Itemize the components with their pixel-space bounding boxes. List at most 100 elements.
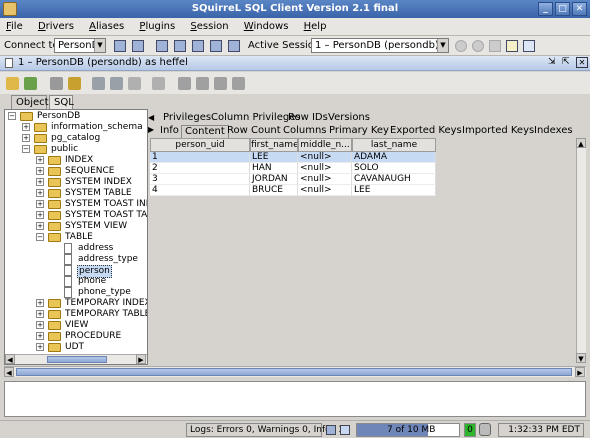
bookmark-icon[interactable]: [523, 40, 535, 52]
tab-indexes[interactable]: Indexes: [531, 125, 576, 138]
new-window-icon[interactable]: [228, 40, 240, 52]
scroll-left-icon[interactable]: ◀: [4, 367, 14, 377]
menu-windows[interactable]: Windows: [238, 18, 295, 36]
tab-row-count[interactable]: Row Count: [224, 125, 284, 138]
paste-icon[interactable]: [152, 77, 165, 90]
tab-content[interactable]: Content: [181, 125, 229, 138]
expand-icon[interactable]: +: [36, 321, 44, 329]
menu-file[interactable]: File: [0, 18, 29, 36]
scroll-right-icon[interactable]: ▶: [136, 354, 146, 364]
log-icon[interactable]: [326, 425, 336, 435]
iconify-icon[interactable]: ⇲: [548, 57, 560, 68]
table-cell[interactable]: 3: [150, 174, 250, 185]
table-cell[interactable]: SOLO: [352, 163, 436, 174]
table-cell[interactable]: LEE: [250, 152, 298, 163]
menu-help[interactable]: Help: [298, 18, 333, 36]
commit-icon[interactable]: [489, 40, 501, 52]
gear-icon[interactable]: [214, 77, 227, 90]
scroll-left-icon[interactable]: ◀: [5, 354, 15, 364]
menu-drivers[interactable]: Drivers: [32, 18, 80, 36]
close-button[interactable]: ✕: [572, 2, 587, 16]
splitter-collapse-icon[interactable]: ◀: [148, 113, 154, 122]
open-icon[interactable]: [110, 77, 123, 90]
expand-icon[interactable]: +: [36, 189, 44, 197]
edit-icon[interactable]: [232, 77, 245, 90]
expand-icon[interactable]: +: [36, 343, 44, 351]
active-session-combo[interactable]: 1 – PersonDB (persondb) as ... ▼: [311, 38, 449, 53]
column-header-first-name[interactable]: first_name: [250, 138, 298, 152]
expand-icon[interactable]: +: [36, 211, 44, 219]
arrow-right-icon[interactable]: [68, 77, 81, 90]
collapse-icon[interactable]: −: [22, 145, 30, 153]
column-header-middle-name[interactable]: middle_n...: [298, 138, 352, 152]
cascade-icon[interactable]: [156, 40, 168, 52]
tab-imported-keys[interactable]: Imported Keys: [459, 125, 537, 138]
tab-sql[interactable]: SQL: [49, 95, 74, 109]
scroll-thumb[interactable]: [47, 356, 107, 363]
search-icon[interactable]: [178, 77, 191, 90]
tab-versions[interactable]: Versions: [325, 112, 373, 125]
collapse-icon[interactable]: −: [8, 112, 16, 120]
new-session-icon[interactable]: [132, 40, 144, 52]
table-cell[interactable]: 4: [150, 185, 250, 196]
expand-icon[interactable]: +: [36, 299, 44, 307]
tile-vertical-icon[interactable]: [192, 40, 204, 52]
tab-privileges[interactable]: Privileges: [160, 112, 214, 125]
expand-icon[interactable]: +: [22, 134, 30, 142]
minimize-button[interactable]: _: [538, 2, 553, 16]
table-cell[interactable]: JORDAN: [250, 174, 298, 185]
table-cell[interactable]: <null>: [298, 163, 352, 174]
tile-horizontal-icon[interactable]: [174, 40, 186, 52]
expand-icon[interactable]: +: [36, 310, 44, 318]
table-cell[interactable]: LEE: [352, 185, 436, 196]
scroll-thumb[interactable]: [16, 368, 572, 376]
maximize-button[interactable]: □: [555, 2, 570, 16]
tab-info[interactable]: Info: [157, 125, 182, 138]
splitter-expand-icon[interactable]: ▶: [148, 125, 154, 134]
save-icon[interactable]: [92, 77, 105, 90]
table-cell[interactable]: HAN: [250, 163, 298, 174]
tab-primary-key[interactable]: Primary Key: [326, 125, 392, 138]
expand-icon[interactable]: +: [36, 156, 44, 164]
chart-icon[interactable]: [340, 425, 350, 435]
collapse-icon[interactable]: −: [36, 233, 44, 241]
expand-icon[interactable]: +: [36, 178, 44, 186]
table-cell[interactable]: ADAMA: [352, 152, 436, 163]
execute-icon[interactable]: [24, 77, 37, 90]
copy-icon[interactable]: [128, 77, 141, 90]
table-cell[interactable]: <null>: [298, 174, 352, 185]
restore-icon[interactable]: ⇱: [562, 57, 574, 68]
message-panel[interactable]: [4, 381, 586, 417]
column-header-last-name[interactable]: last_name: [352, 138, 436, 152]
table-cell[interactable]: BRUCE: [250, 185, 298, 196]
scroll-right-icon[interactable]: ▶: [575, 367, 585, 377]
expand-icon[interactable]: +: [36, 332, 44, 340]
object-tree[interactable]: − PersonDB + information_schema + pg_cat…: [4, 109, 148, 365]
scroll-down-icon[interactable]: ▼: [576, 353, 586, 363]
menu-session[interactable]: Session: [184, 18, 234, 36]
new-file-icon[interactable]: [506, 40, 518, 52]
column-header-person-uid[interactable]: person_uid: [150, 138, 250, 152]
table-cell[interactable]: 1: [150, 152, 250, 163]
expand-icon[interactable]: +: [36, 167, 44, 175]
table-cell[interactable]: 2: [150, 163, 250, 174]
connect-combo[interactable]: PersonDB ▼: [54, 38, 106, 53]
run-icon[interactable]: [455, 40, 467, 52]
connect-icon[interactable]: [114, 40, 126, 52]
main-hscrollbar[interactable]: ◀ ▶: [4, 366, 586, 377]
refresh-icon[interactable]: [6, 77, 19, 90]
trash-icon[interactable]: [479, 423, 491, 436]
close-session-icon[interactable]: ✕: [576, 57, 588, 68]
tab-row-ids[interactable]: Row IDs: [285, 112, 331, 125]
maximize-windows-icon[interactable]: [210, 40, 222, 52]
scroll-up-icon[interactable]: ▲: [576, 138, 586, 148]
table-cell[interactable]: <null>: [298, 152, 352, 163]
content-vscrollbar[interactable]: ▲ ▼: [576, 138, 586, 363]
table-cell[interactable]: <null>: [298, 185, 352, 196]
menu-plugins[interactable]: Plugins: [133, 18, 181, 36]
stop-icon[interactable]: [472, 40, 484, 52]
tree-hscrollbar[interactable]: ◀ ▶: [5, 354, 147, 364]
expand-icon[interactable]: +: [22, 123, 30, 131]
logs-status[interactable]: Logs: Errors 0, Warnings 0, Infos 10: [186, 423, 350, 437]
asterisk-icon[interactable]: [50, 77, 63, 90]
